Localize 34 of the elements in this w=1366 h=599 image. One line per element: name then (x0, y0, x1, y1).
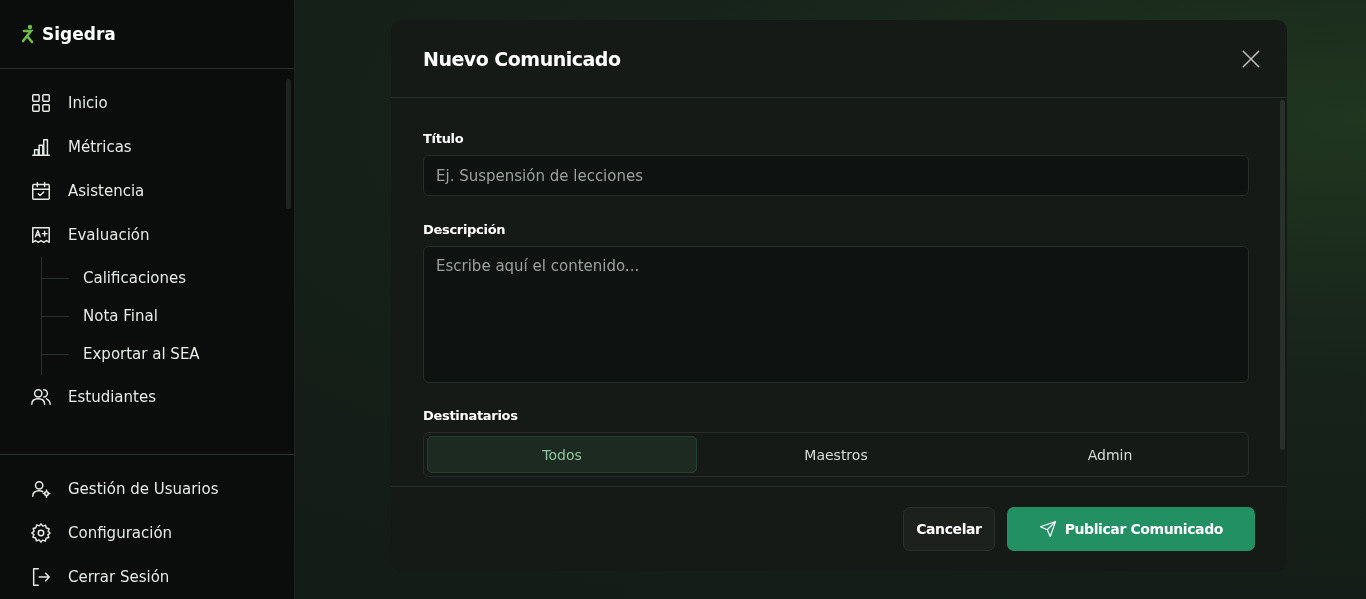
nav-item[interactable]: Evaluación (30, 213, 294, 257)
nav-item[interactable]: Métricas (30, 125, 294, 169)
nav-item[interactable]: Configuración (30, 511, 294, 555)
nav-subitem[interactable]: Nota Final (83, 307, 158, 325)
close-icon (1241, 48, 1261, 69)
brand-name: Sigedra (42, 24, 116, 44)
nav-item[interactable]: Gestión de Usuarios (30, 467, 294, 511)
modal-title: Nuevo Comunicado (423, 47, 621, 70)
nav-item[interactable]: Cerrar Sesión (30, 555, 294, 599)
users-icon (30, 386, 52, 408)
nav-item[interactable]: Estudiantes (30, 375, 294, 419)
nav-item[interactable]: Asistencia (30, 169, 294, 213)
field-label: Destinatarios (423, 408, 519, 423)
title-input[interactable]: Ej. Suspensión de lecciones (423, 155, 1249, 196)
recipient-option[interactable]: Admin (975, 436, 1245, 473)
description-textarea[interactable]: Escribe aquí el contenido... (423, 246, 1249, 383)
field-label: Descripción (423, 222, 507, 237)
recipient-option[interactable]: Maestros (701, 436, 971, 473)
bar-chart-icon (30, 136, 52, 158)
send-icon (1038, 520, 1057, 538)
grid-icon (30, 92, 52, 114)
publish-button[interactable]: Publicar Comunicado (1006, 507, 1255, 551)
cancel-button[interactable]: Cancelar (903, 507, 995, 551)
close-button[interactable] (1241, 48, 1261, 69)
field-label: Título (423, 131, 465, 146)
nav-item[interactable]: Inicio (30, 81, 294, 125)
nav-subitem[interactable]: Calificaciones (83, 269, 187, 287)
grade-icon (30, 224, 52, 246)
recipient-option[interactable]: Todos (427, 436, 697, 473)
settings-icon (30, 522, 52, 544)
nav-subitem[interactable]: Exportar al SEA (83, 345, 200, 363)
runner-logo-icon (22, 24, 36, 44)
calendar-check-icon (30, 180, 52, 202)
logout-icon (30, 566, 52, 588)
